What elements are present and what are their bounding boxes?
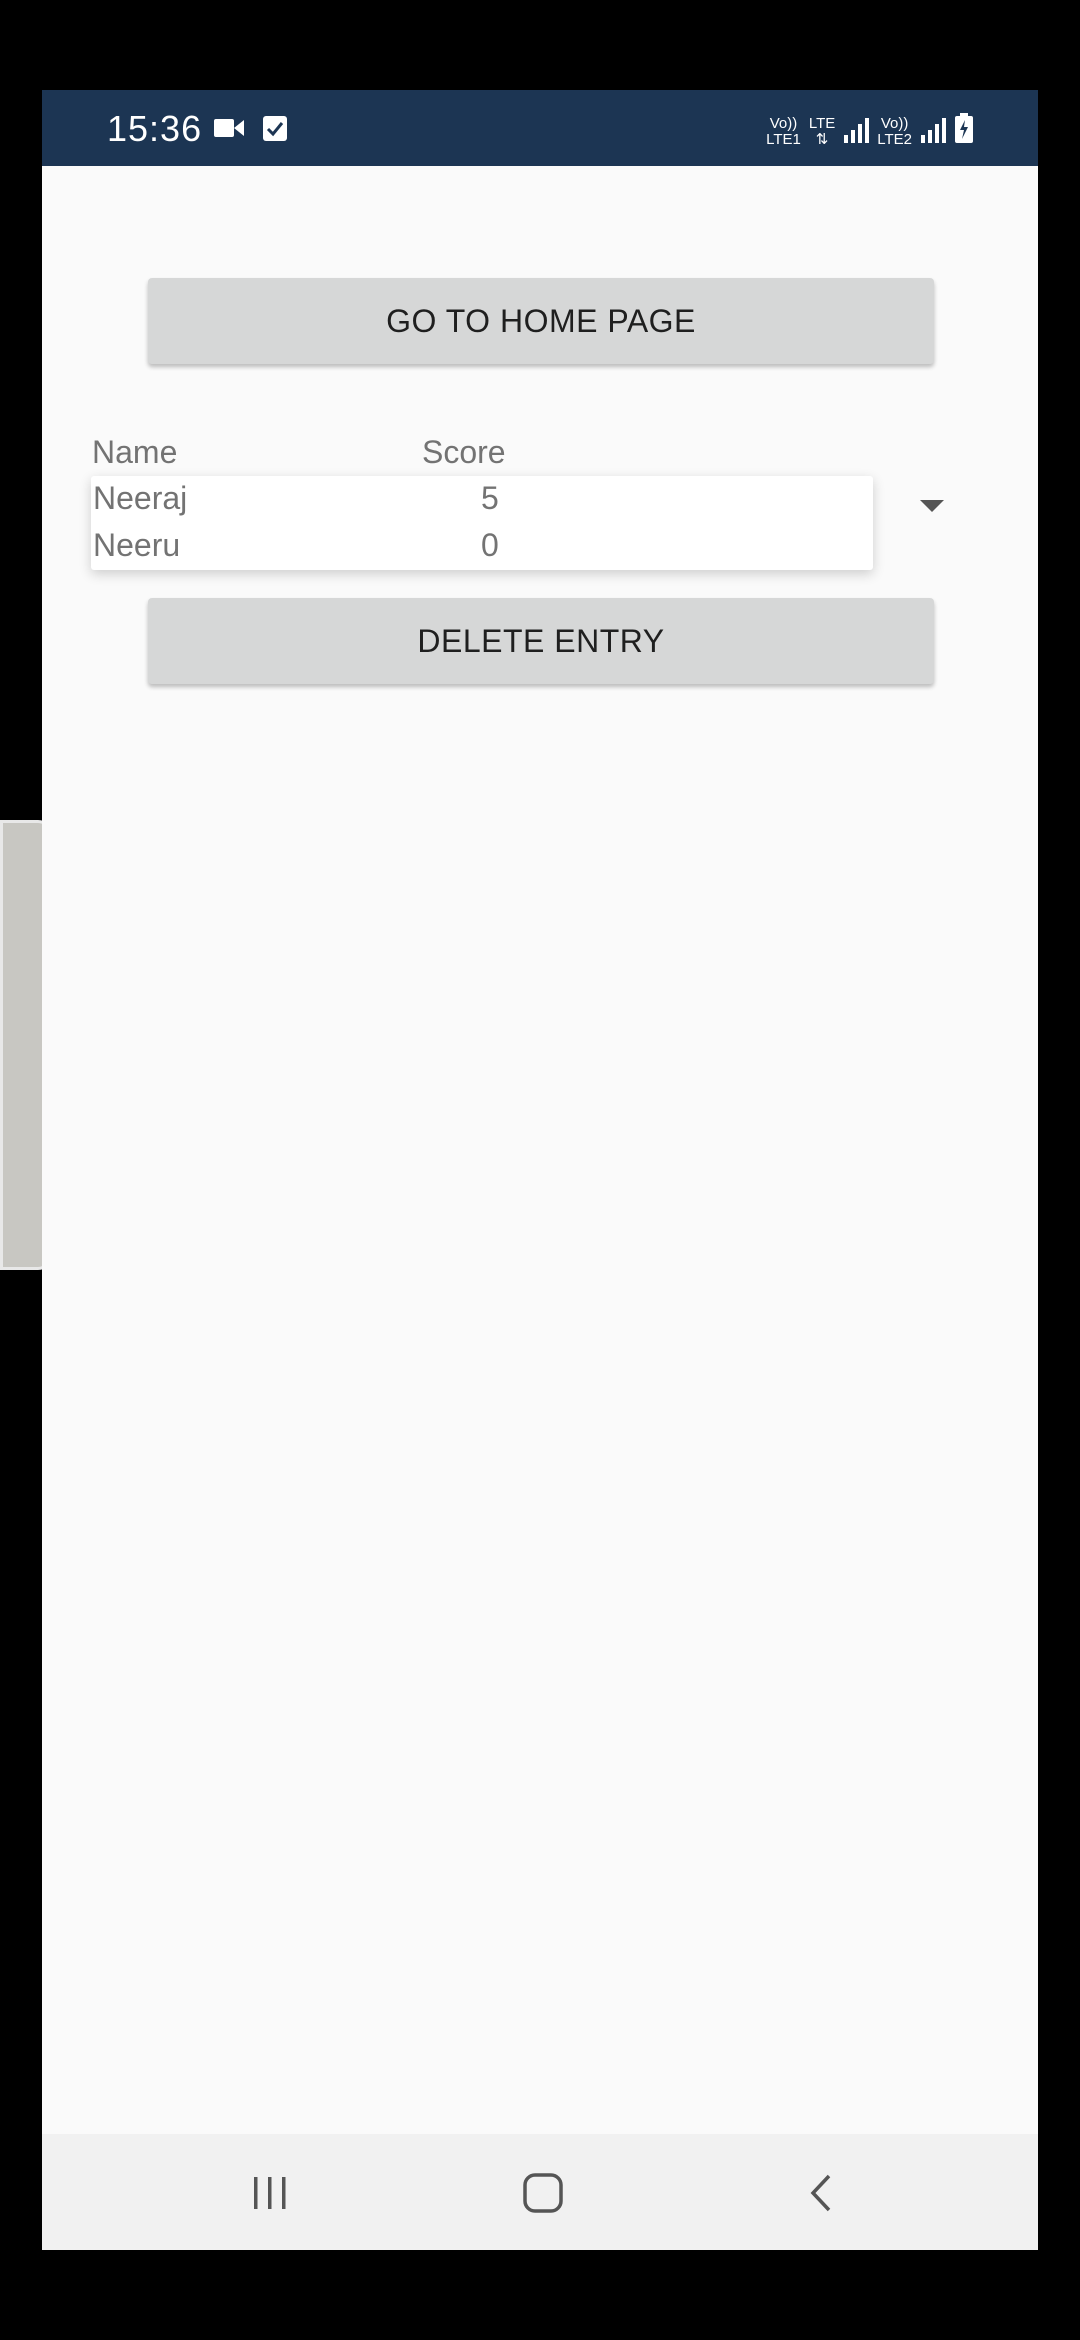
name-column-header: Name (92, 434, 178, 470)
signal-icon (920, 117, 946, 148)
status-right-icons: Vo)) LTE1 LTE ⇅ Vo)) LTE2 (766, 108, 974, 148)
app-screen: 15:36 Vo)) LTE1 LTE ⇅ Vo)) LTE2 GO TO HO… (42, 90, 1038, 2250)
navigation-bar (42, 2134, 1038, 2250)
recent-apps-icon[interactable] (235, 2158, 305, 2228)
go-to-home-page-button[interactable]: GO TO HOME PAGE (148, 278, 934, 364)
entry-score: 5 (481, 480, 499, 516)
back-icon[interactable] (785, 2158, 855, 2228)
entry-score: 0 (481, 527, 499, 563)
home-icon[interactable] (508, 2158, 578, 2228)
battery-charging-icon (954, 113, 974, 148)
list-item[interactable]: Neeru 0 (91, 523, 873, 570)
status-time: 15:36 (107, 108, 203, 149)
device-frame: 15:36 Vo)) LTE1 LTE ⇅ Vo)) LTE2 GO TO HO… (0, 0, 1080, 2340)
entry-name: Neeraj (93, 480, 188, 516)
status-bar: 15:36 Vo)) LTE1 LTE ⇅ Vo)) LTE2 (42, 90, 1038, 166)
volte-lte1-icon: Vo)) LTE1 (766, 115, 801, 148)
entry-dropdown-list: Neeraj 5 Neeru 0 (91, 476, 873, 570)
entry-name: Neeru (93, 527, 181, 563)
task-check-icon (262, 114, 288, 147)
signal-icon (843, 117, 870, 148)
volte-lte2-icon: Vo)) LTE2 (877, 115, 912, 148)
delete-entry-button[interactable]: DELETE ENTRY (148, 598, 934, 684)
score-column-header: Score (422, 434, 506, 470)
video-camera-icon (214, 117, 244, 144)
list-item[interactable]: Neeraj 5 (91, 476, 873, 523)
dropdown-arrow-icon[interactable] (920, 500, 944, 512)
lte-data-icon: LTE ⇅ (808, 115, 836, 148)
